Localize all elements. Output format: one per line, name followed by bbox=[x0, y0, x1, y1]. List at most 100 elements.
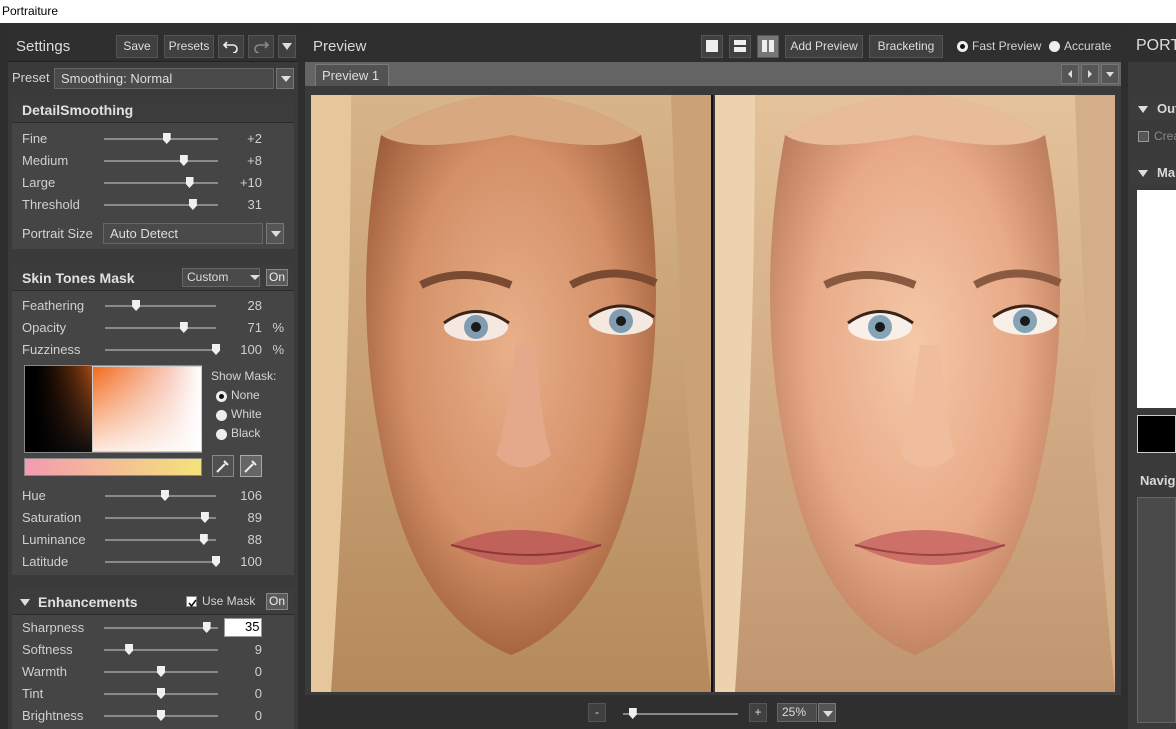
skin-tones-mask-header[interactable]: Skin Tones Mask Custom On bbox=[12, 265, 294, 291]
undo-icon bbox=[222, 41, 238, 54]
output-section-header[interactable]: Out bbox=[1130, 97, 1176, 121]
tab-next-button[interactable] bbox=[1081, 64, 1099, 84]
create-checkbox[interactable] bbox=[1138, 131, 1149, 142]
preset-select-arrow[interactable] bbox=[276, 68, 294, 89]
zoom-bar: - + 25% bbox=[305, 695, 1121, 729]
slider-thumb[interactable] bbox=[202, 622, 211, 633]
slider-thumb[interactable] bbox=[157, 710, 165, 721]
slider-value-input[interactable]: 35 bbox=[224, 618, 262, 637]
split-divider[interactable] bbox=[711, 95, 713, 692]
slider-track[interactable] bbox=[104, 199, 218, 210]
add-preview-button[interactable]: Add Preview bbox=[785, 35, 863, 58]
zoom-out-button[interactable]: - bbox=[588, 703, 606, 722]
slider-track[interactable] bbox=[104, 644, 218, 655]
slider-thumb[interactable] bbox=[212, 556, 220, 567]
slider-thumb[interactable] bbox=[160, 490, 169, 501]
portrait-after bbox=[715, 95, 1115, 692]
skin-tones-mask-section: Skin Tones Mask Custom On Feathering 28 Op… bbox=[12, 265, 294, 575]
zoom-slider-thumb[interactable] bbox=[628, 708, 637, 719]
eyedropper-minus-button[interactable] bbox=[240, 455, 262, 477]
chevron-left-icon bbox=[1068, 70, 1072, 78]
slider-track[interactable] bbox=[105, 512, 216, 523]
show-mask-radio[interactable] bbox=[216, 429, 227, 440]
mask-swatch[interactable] bbox=[1137, 415, 1176, 453]
slider-thumb[interactable] bbox=[125, 644, 134, 655]
mask-section-header[interactable]: Ma bbox=[1130, 161, 1176, 185]
collapse-icon bbox=[1138, 106, 1148, 113]
preset-select[interactable]: Smoothing: Normal bbox=[54, 68, 274, 89]
single-view-button[interactable] bbox=[701, 35, 723, 58]
detail-smoothing-section: DetailSmoothing Fine +2 Medium +8 Large +10 Th… bbox=[12, 97, 294, 249]
portrait-size-select-arrow[interactable] bbox=[266, 223, 284, 244]
slider-label: Tint bbox=[22, 686, 44, 701]
skin-mask-on-toggle[interactable]: On bbox=[266, 269, 288, 286]
zoom-slider[interactable] bbox=[623, 708, 738, 719]
preset-label: Preset bbox=[12, 70, 50, 85]
slider-track[interactable] bbox=[104, 622, 218, 633]
fast-preview-radio[interactable] bbox=[957, 41, 968, 52]
navigator-view[interactable] bbox=[1137, 497, 1176, 723]
eyedropper-button[interactable] bbox=[212, 455, 234, 477]
slider-track[interactable] bbox=[104, 133, 218, 144]
slider-thumb[interactable] bbox=[132, 300, 141, 311]
accurate-radio[interactable] bbox=[1049, 41, 1060, 52]
slider-track[interactable] bbox=[105, 556, 220, 567]
slider-track[interactable] bbox=[105, 344, 220, 355]
tab-menu-button[interactable] bbox=[1101, 64, 1119, 84]
skin-mode-select[interactable]: Custom bbox=[182, 268, 260, 287]
redo-button[interactable] bbox=[248, 35, 274, 58]
mask-label: Ma bbox=[1157, 165, 1176, 180]
use-mask-checkbox[interactable] bbox=[186, 596, 197, 608]
split-horizontal-button[interactable] bbox=[729, 35, 751, 58]
slider-track[interactable] bbox=[104, 177, 218, 188]
skin-color-selection[interactable] bbox=[92, 366, 202, 452]
slider-thumb[interactable] bbox=[179, 322, 188, 333]
bracketing-button[interactable]: Bracketing bbox=[869, 35, 943, 58]
preview-before-image[interactable] bbox=[311, 95, 711, 692]
slider-value: 0 bbox=[254, 708, 262, 723]
detail-smoothing-header[interactable]: DetailSmoothing bbox=[12, 97, 294, 123]
hue-ramp[interactable] bbox=[24, 458, 202, 476]
portrait-size-select[interactable]: Auto Detect bbox=[103, 223, 263, 244]
slider-value: 9 bbox=[254, 642, 262, 657]
slider-thumb[interactable] bbox=[212, 344, 220, 355]
zoom-in-button[interactable]: + bbox=[749, 703, 767, 722]
enhancements-header[interactable]: Enhancements Use Mask On bbox=[12, 589, 294, 615]
show-mask-radio[interactable] bbox=[216, 410, 227, 421]
zoom-select[interactable]: 25% bbox=[777, 703, 817, 722]
slider-label: Latitude bbox=[22, 554, 69, 569]
slider-thumb[interactable] bbox=[199, 534, 208, 545]
slider-unit: % bbox=[272, 342, 284, 357]
preview-after-image[interactable] bbox=[715, 95, 1115, 692]
save-button[interactable]: Save bbox=[116, 35, 158, 58]
slider-thumb[interactable] bbox=[157, 666, 165, 677]
undo-button[interactable] bbox=[218, 35, 244, 58]
slider-thumb[interactable] bbox=[157, 688, 165, 699]
slider-track[interactable] bbox=[105, 322, 216, 333]
tab-preview-1[interactable]: Preview 1 bbox=[315, 64, 389, 86]
slider-thumb[interactable] bbox=[200, 512, 209, 523]
slider-track[interactable] bbox=[105, 490, 216, 501]
slider-thumb[interactable] bbox=[162, 133, 171, 144]
enhancements-on-toggle[interactable]: On bbox=[266, 593, 288, 610]
slider-thumb[interactable] bbox=[179, 155, 188, 166]
slider-track[interactable] bbox=[105, 534, 216, 545]
slider-label: Hue bbox=[22, 488, 46, 503]
slider-thumb[interactable] bbox=[188, 199, 197, 210]
slider-row: Warmth 0 bbox=[12, 661, 294, 683]
presets-button[interactable]: Presets bbox=[164, 35, 214, 58]
slider-track[interactable] bbox=[104, 666, 218, 677]
slider-track[interactable] bbox=[104, 710, 218, 721]
settings-menu-button[interactable] bbox=[278, 35, 296, 58]
slider-track[interactable] bbox=[105, 300, 216, 311]
slider-track[interactable] bbox=[104, 688, 218, 699]
slider-row: Hue 106 bbox=[12, 485, 294, 507]
show-mask-radio[interactable] bbox=[216, 391, 227, 402]
split-vertical-button[interactable] bbox=[757, 35, 779, 58]
slider-track[interactable] bbox=[104, 155, 218, 166]
slider-thumb[interactable] bbox=[185, 177, 194, 188]
zoom-select-arrow[interactable] bbox=[818, 703, 836, 722]
tab-prev-button[interactable] bbox=[1061, 64, 1079, 84]
skin-tones-mask-title: Skin Tones Mask bbox=[22, 270, 135, 286]
skin-color-field[interactable] bbox=[24, 365, 202, 453]
